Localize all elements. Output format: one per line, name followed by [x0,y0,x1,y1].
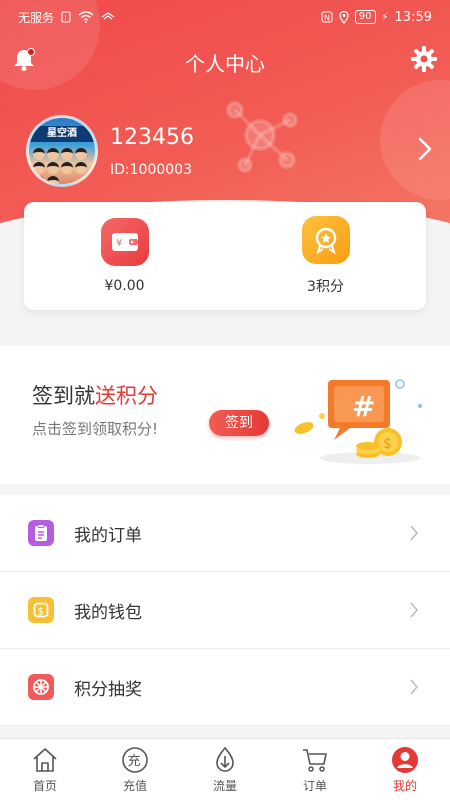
sim-icon: ! [61,11,71,23]
tab-recharge[interactable]: 充 充值 [90,739,180,800]
bottom-tab-bar: 首页 充 充值 流量 订单 我的 [0,738,450,800]
chevron-right-icon [410,602,418,618]
tab-label: 首页 [32,779,57,793]
chevron-right-icon [410,525,418,541]
settings-gear-icon[interactable] [410,45,438,73]
signin-banner: 签到就送积分 点击签到领取积分! 签到 # $ [0,346,450,484]
tab-label: 充值 [122,779,147,793]
signin-button[interactable]: 签到 [209,410,269,436]
wallet-stat[interactable]: ¥ ¥0.00 [24,202,225,310]
signin-title-highlight: 送积分 [95,384,158,408]
clock: 13:59 [394,9,432,25]
profile-name: 123456 [110,124,194,150]
menu-list: 我的订单 $ 我的钱包 积分抽奖 [0,495,450,726]
prize-wheel-icon [28,674,54,700]
tab-mine[interactable]: 我的 [360,739,450,800]
cart-icon [303,749,327,772]
charging-icon: ⚡ [381,11,389,23]
profile-icon [392,747,418,773]
menu-item-wallet[interactable]: $ 我的钱包 [0,572,450,649]
menu-item-label: 我的订单 [74,525,142,546]
profile-id: ID:1000003 [110,161,192,178]
svg-text:¥: ¥ [116,238,122,249]
chevron-right-icon[interactable] [418,137,432,161]
svg-text:充: 充 [128,753,141,769]
tab-label: 流量 [212,779,237,793]
stats-card: ¥ ¥0.00 3积分 [24,202,426,310]
nfc-icon: N [321,11,333,23]
menu-item-label: 积分抽奖 [74,679,142,700]
avatar-banner-text: 星空酒 [29,126,95,142]
page-title: 个人中心 [185,51,265,76]
carrier-text: 无服务 [18,10,55,25]
svg-text:#: # [352,390,375,423]
tab-orders[interactable]: 订单 [270,739,360,800]
battery-level: 90 [354,10,376,24]
location-icon [339,10,349,24]
decorative-molecule-icon [226,101,298,173]
screen: 无服务 ! N 90 ⚡ 13:59 个人中心 星空酒 123456 ID:10… [0,0,450,800]
svg-text:!: ! [64,14,67,22]
wallet-coin-icon: $ [28,597,54,623]
wifi-icon [78,11,94,23]
home-icon [33,748,57,772]
signin-reward-illustration-icon: # $ [294,379,422,464]
points-stat[interactable]: 3积分 [225,202,426,310]
svg-text:$: $ [38,607,44,618]
signin-title: 签到就送积分 [32,380,158,410]
avatar[interactable]: 星空酒 [26,115,98,187]
tab-label: 订单 [302,779,327,793]
tab-traffic[interactable]: 流量 [180,739,270,800]
profile-summary[interactable]: 星空酒 123456 ID:1000003 [26,115,194,187]
chevron-right-icon [410,679,418,695]
signin-subtitle: 点击签到领取积分! [32,420,159,438]
tab-home[interactable]: 首页 [0,739,90,800]
svg-text:$: $ [383,436,392,452]
signin-title-prefix: 签到就 [32,384,95,408]
tab-label: 我的 [392,779,417,793]
menu-item-lottery[interactable]: 积分抽奖 [0,649,450,726]
hotspot-icon [101,12,115,20]
wallet-icon: ¥ [100,218,149,266]
traffic-icon [216,746,234,772]
menu-item-label: 我的钱包 [74,602,142,623]
points-badge-icon [301,216,350,264]
points-balance: 3积分 [307,279,344,295]
svg-text:N: N [324,14,330,23]
clipboard-icon [28,520,54,546]
recharge-icon: 充 [122,747,148,773]
status-bar: 无服务 ! N 90 ⚡ 13:59 [0,0,450,34]
wallet-balance: ¥0.00 [104,278,145,294]
menu-item-orders[interactable]: 我的订单 [0,495,450,572]
